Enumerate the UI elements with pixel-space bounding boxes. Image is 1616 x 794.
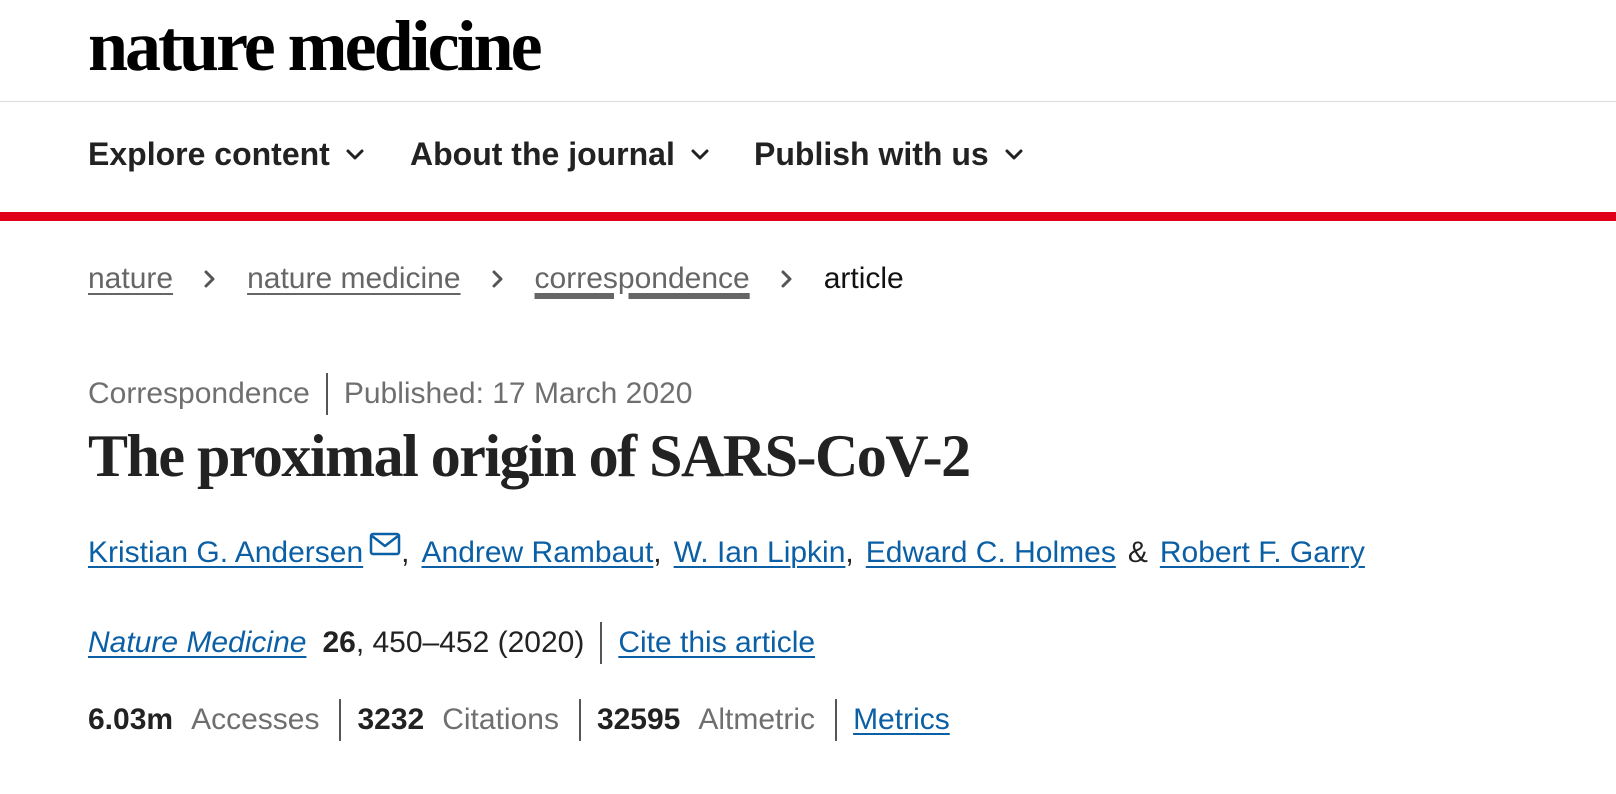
pages-year: , 450–452 (2020)	[355, 626, 585, 659]
article-type: Correspondence	[88, 377, 310, 410]
chevron-down-icon	[344, 144, 366, 166]
breadcrumb-nature[interactable]: nature	[88, 262, 173, 296]
accesses-count: 6.03m	[88, 703, 174, 736]
author-link[interactable]: Edward C. Holmes	[866, 536, 1116, 570]
cite-this-article-link[interactable]: Cite this article	[618, 626, 815, 660]
breadcrumb-correspondence[interactable]: correspondence	[535, 262, 750, 296]
author-separator: ,	[845, 536, 854, 569]
chevron-down-icon	[1003, 144, 1025, 166]
article-metrics: 6.03m Accesses 3232 Citations 32595 Altm…	[88, 699, 950, 741]
author-link[interactable]: W. Ian Lipkin	[674, 536, 846, 570]
citations-label: Citations	[442, 703, 559, 736]
altmetric-label: Altmetric	[698, 703, 816, 736]
nav-item-label: Explore content	[88, 136, 330, 172]
altmetric-score: 32595	[596, 703, 681, 736]
author-separator: ,	[401, 536, 410, 569]
chevron-right-icon	[197, 266, 223, 292]
breadcrumb-nature-medicine[interactable]: nature medicine	[247, 262, 460, 296]
author-separator: &	[1127, 536, 1148, 569]
nav-item-label: About the journal	[410, 136, 675, 172]
citation-line: Nature Medicine 26 , 450–452 (2020) Cite…	[88, 622, 815, 664]
nav-about-the-journal[interactable]: About the journal	[410, 136, 711, 173]
journal-link[interactable]: Nature Medicine	[88, 626, 306, 660]
author-link[interactable]: Andrew Rambaut	[422, 536, 654, 570]
chevron-right-icon	[774, 266, 800, 292]
citations-count: 3232	[357, 703, 425, 736]
nav-publish-with-us[interactable]: Publish with us	[754, 136, 1025, 173]
accesses-label: Accesses	[191, 703, 320, 736]
article-title: The proximal origin of SARS-CoV-2	[88, 423, 971, 489]
journal-logo[interactable]: nature medicine	[88, 2, 543, 90]
published-date: Published: 17 March 2020	[343, 377, 693, 410]
article-meta: Correspondence Published: 17 March 2020	[88, 373, 692, 415]
divider	[578, 699, 581, 741]
chevron-right-icon	[485, 266, 511, 292]
metrics-link[interactable]: Metrics	[853, 703, 950, 737]
nav-explore-content[interactable]: Explore content	[88, 136, 366, 173]
nav-item-label: Publish with us	[754, 136, 989, 172]
divider	[325, 373, 328, 415]
divider	[835, 699, 838, 741]
author-link[interactable]: Kristian G. Andersen	[88, 536, 363, 570]
header-divider	[0, 212, 1616, 221]
chevron-down-icon	[689, 144, 711, 166]
breadcrumb-current: article	[823, 262, 904, 295]
divider	[339, 699, 342, 741]
author-list: Kristian G. Andersen , Andrew Rambaut , …	[88, 532, 1365, 570]
masthead: nature medicine	[0, 0, 1616, 102]
author-separator: ,	[653, 536, 662, 569]
volume: 26	[322, 626, 356, 659]
divider	[600, 622, 603, 664]
author-link[interactable]: Robert F. Garry	[1160, 536, 1365, 570]
mail-icon[interactable]	[369, 532, 401, 558]
breadcrumb: nature nature medicine correspondence ar…	[88, 262, 904, 296]
